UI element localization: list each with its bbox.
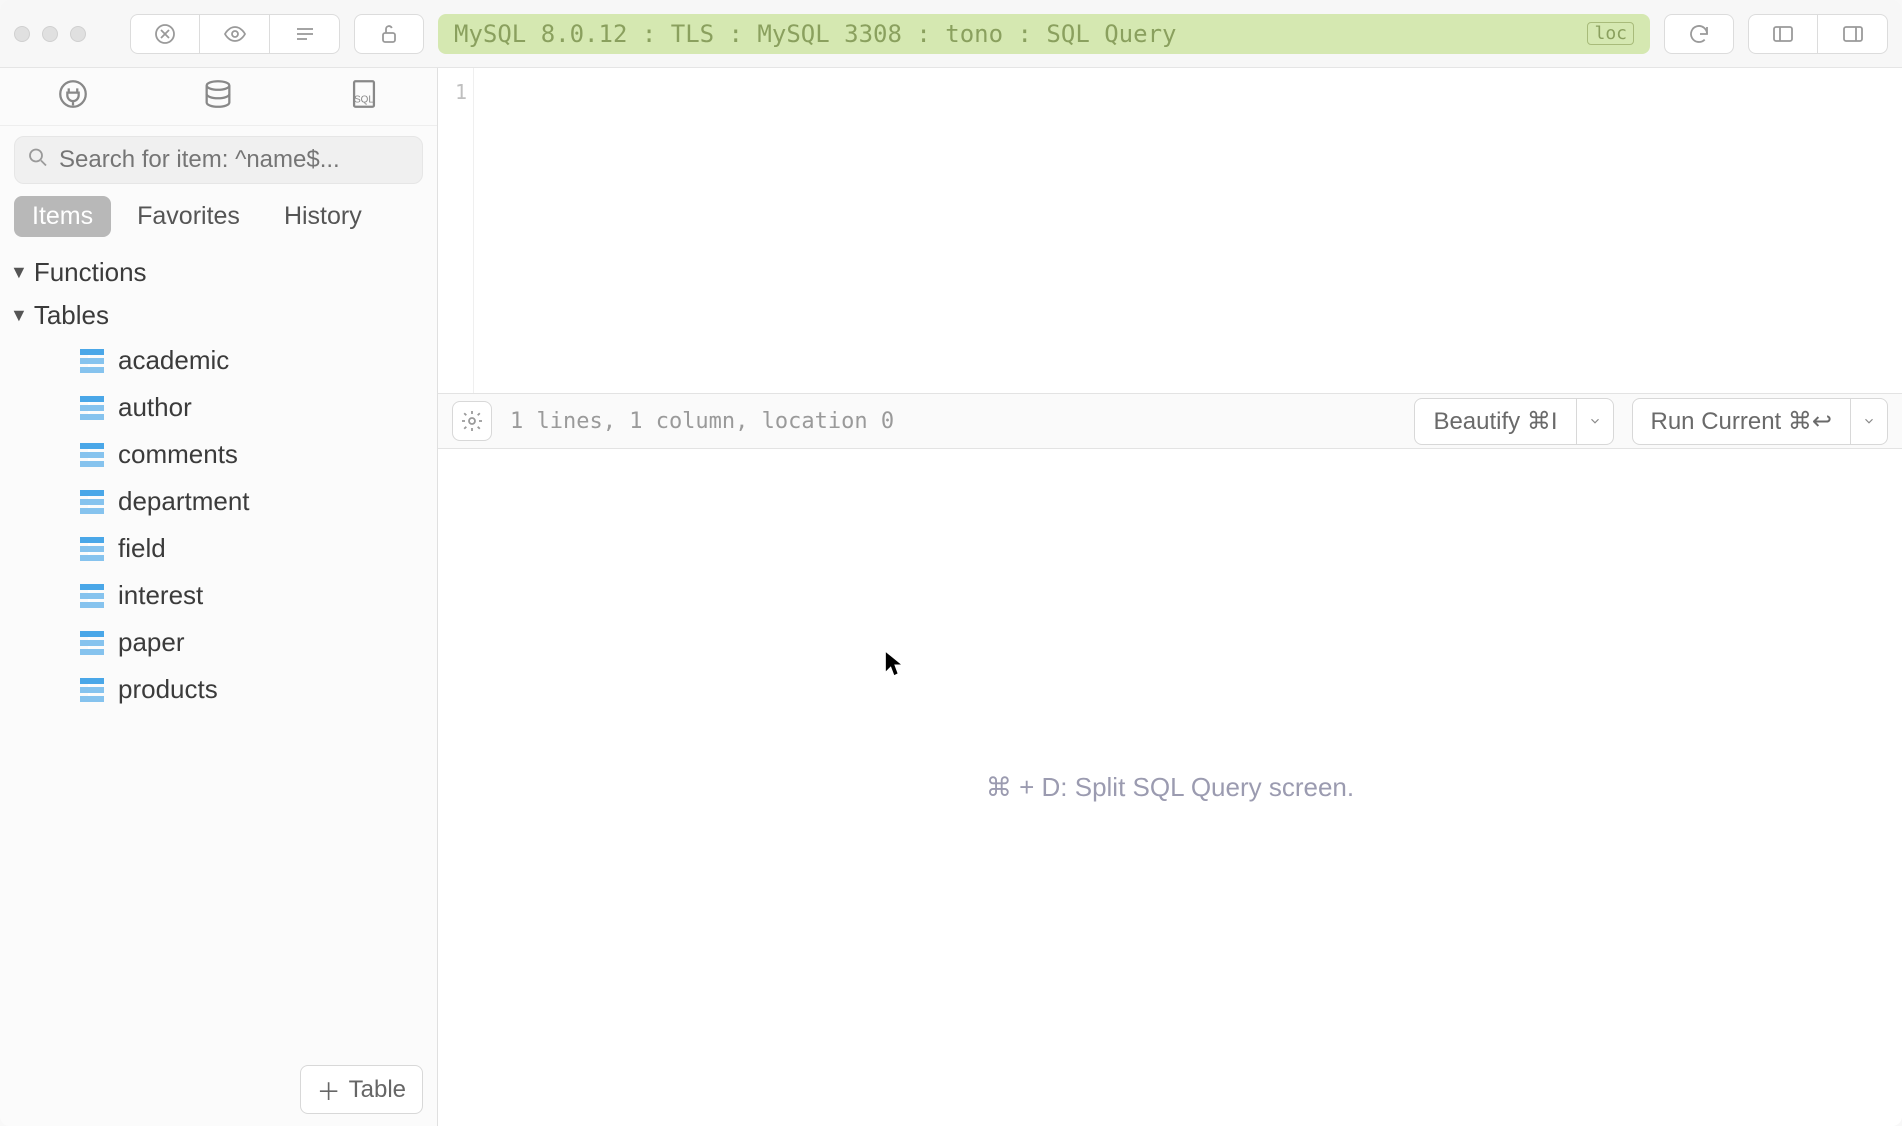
search-input[interactable] (14, 136, 423, 184)
lock-open-icon (377, 22, 401, 46)
right-pane: 1 1 lines, 1 column, location 0 Beautify… (438, 68, 1902, 1126)
zoom-window-button[interactable] (70, 26, 86, 42)
search-row (0, 126, 437, 184)
run-current-button[interactable]: Run Current ⌘↩ (1632, 398, 1889, 445)
right-panel-icon (1841, 22, 1865, 46)
right-panel-toggle[interactable] (1818, 14, 1888, 54)
table-name: field (118, 533, 166, 564)
sidebar: SQL Items Favorites History ▼ (0, 68, 438, 1126)
tab-items[interactable]: Items (14, 196, 111, 237)
results-area: ⌘ + D: Split SQL Query screen. (438, 449, 1902, 1126)
search-icon (26, 146, 50, 175)
table-icon (80, 443, 104, 467)
database-tab[interactable] (201, 77, 235, 116)
chevron-down-icon: ▼ (10, 305, 28, 326)
beautify-label: Beautify ⌘I (1415, 399, 1576, 444)
toolbar-group-query (130, 14, 340, 54)
plus-icon: ＋ (317, 1072, 341, 1107)
table-icon (80, 490, 104, 514)
table-icon (80, 537, 104, 561)
connection-bar[interactable]: MySQL 8.0.12 : TLS : MySQL 3308 : tono :… (438, 14, 1650, 54)
functions-label: Functions (34, 257, 147, 288)
format-button[interactable] (270, 14, 340, 54)
table-item-author[interactable]: author (0, 384, 437, 431)
loc-badge: loc (1587, 22, 1634, 45)
database-icon (201, 77, 235, 111)
table-icon (80, 396, 104, 420)
refresh-icon (1687, 22, 1711, 46)
gutter-line-number: 1 (438, 80, 467, 104)
sidebar-tree: ▼ Functions ▼ Tables academic author (0, 247, 437, 1053)
stop-icon (153, 22, 177, 46)
table-item-comments[interactable]: comments (0, 431, 437, 478)
close-window-button[interactable] (14, 26, 30, 42)
titlebar: MySQL 8.0.12 : TLS : MySQL 3308 : tono :… (0, 0, 1902, 68)
stop-button[interactable] (130, 14, 200, 54)
table-name: department (118, 486, 250, 517)
table-item-academic[interactable]: academic (0, 337, 437, 384)
editor-canvas[interactable] (474, 68, 1902, 393)
traffic-lights (14, 26, 86, 42)
sql-editor[interactable]: 1 (438, 68, 1902, 393)
lines-icon (293, 22, 317, 46)
minimize-window-button[interactable] (42, 26, 58, 42)
chevron-down-icon (1588, 414, 1602, 428)
chevron-down-icon (1862, 414, 1876, 428)
table-icon (80, 678, 104, 702)
left-panel-icon (1771, 22, 1795, 46)
tables-label: Tables (34, 300, 109, 331)
split-hint: ⌘ + D: Split SQL Query screen. (986, 772, 1354, 803)
sidebar-footer: ＋ Table (0, 1053, 437, 1126)
main-split: SQL Items Favorites History ▼ (0, 68, 1902, 1126)
table-icon (80, 349, 104, 373)
refresh-button[interactable] (1664, 14, 1734, 54)
editor-toolbar: 1 lines, 1 column, location 0 Beautify ⌘… (438, 393, 1902, 449)
table-name: interest (118, 580, 203, 611)
table-item-department[interactable]: department (0, 478, 437, 525)
editor-status: 1 lines, 1 column, location 0 (510, 409, 894, 434)
chevron-down-icon: ▼ (10, 262, 28, 283)
table-name: paper (118, 627, 185, 658)
table-icon (80, 631, 104, 655)
tab-history[interactable]: History (266, 196, 380, 237)
sidebar-section-tabs: Items Favorites History (0, 184, 437, 247)
table-name: academic (118, 345, 229, 376)
connection-tab[interactable] (56, 77, 90, 116)
sidebar-mode-tabs: SQL (0, 68, 437, 126)
editor-settings-button[interactable] (452, 401, 492, 441)
plug-icon (56, 77, 90, 111)
gear-icon (460, 409, 484, 433)
beautify-dropdown[interactable] (1577, 399, 1613, 444)
toolbar-group-panels (1748, 14, 1888, 54)
svg-text:SQL: SQL (354, 95, 374, 106)
table-name: products (118, 674, 218, 705)
sql-tab[interactable]: SQL (347, 77, 381, 116)
table-name: comments (118, 439, 238, 470)
table-icon (80, 584, 104, 608)
run-label: Run Current ⌘↩ (1633, 399, 1852, 444)
connection-title: MySQL 8.0.12 : TLS : MySQL 3308 : tono :… (454, 20, 1176, 48)
table-item-field[interactable]: field (0, 525, 437, 572)
functions-group[interactable]: ▼ Functions (0, 251, 437, 294)
add-table-button[interactable]: ＋ Table (300, 1065, 423, 1114)
beautify-button[interactable]: Beautify ⌘I (1414, 398, 1613, 445)
run-dropdown[interactable] (1851, 399, 1887, 444)
table-item-interest[interactable]: interest (0, 572, 437, 619)
add-table-label: Table (349, 1076, 406, 1104)
left-panel-toggle[interactable] (1748, 14, 1818, 54)
table-item-paper[interactable]: paper (0, 619, 437, 666)
tables-group[interactable]: ▼ Tables (0, 294, 437, 337)
table-item-products[interactable]: products (0, 666, 437, 713)
sql-file-icon: SQL (347, 77, 381, 111)
table-name: author (118, 392, 192, 423)
tab-favorites[interactable]: Favorites (119, 196, 258, 237)
app-window: MySQL 8.0.12 : TLS : MySQL 3308 : tono :… (0, 0, 1902, 1126)
eye-icon (223, 22, 247, 46)
editor-gutter: 1 (438, 68, 474, 393)
lock-button[interactable] (354, 14, 424, 54)
preview-button[interactable] (200, 14, 270, 54)
